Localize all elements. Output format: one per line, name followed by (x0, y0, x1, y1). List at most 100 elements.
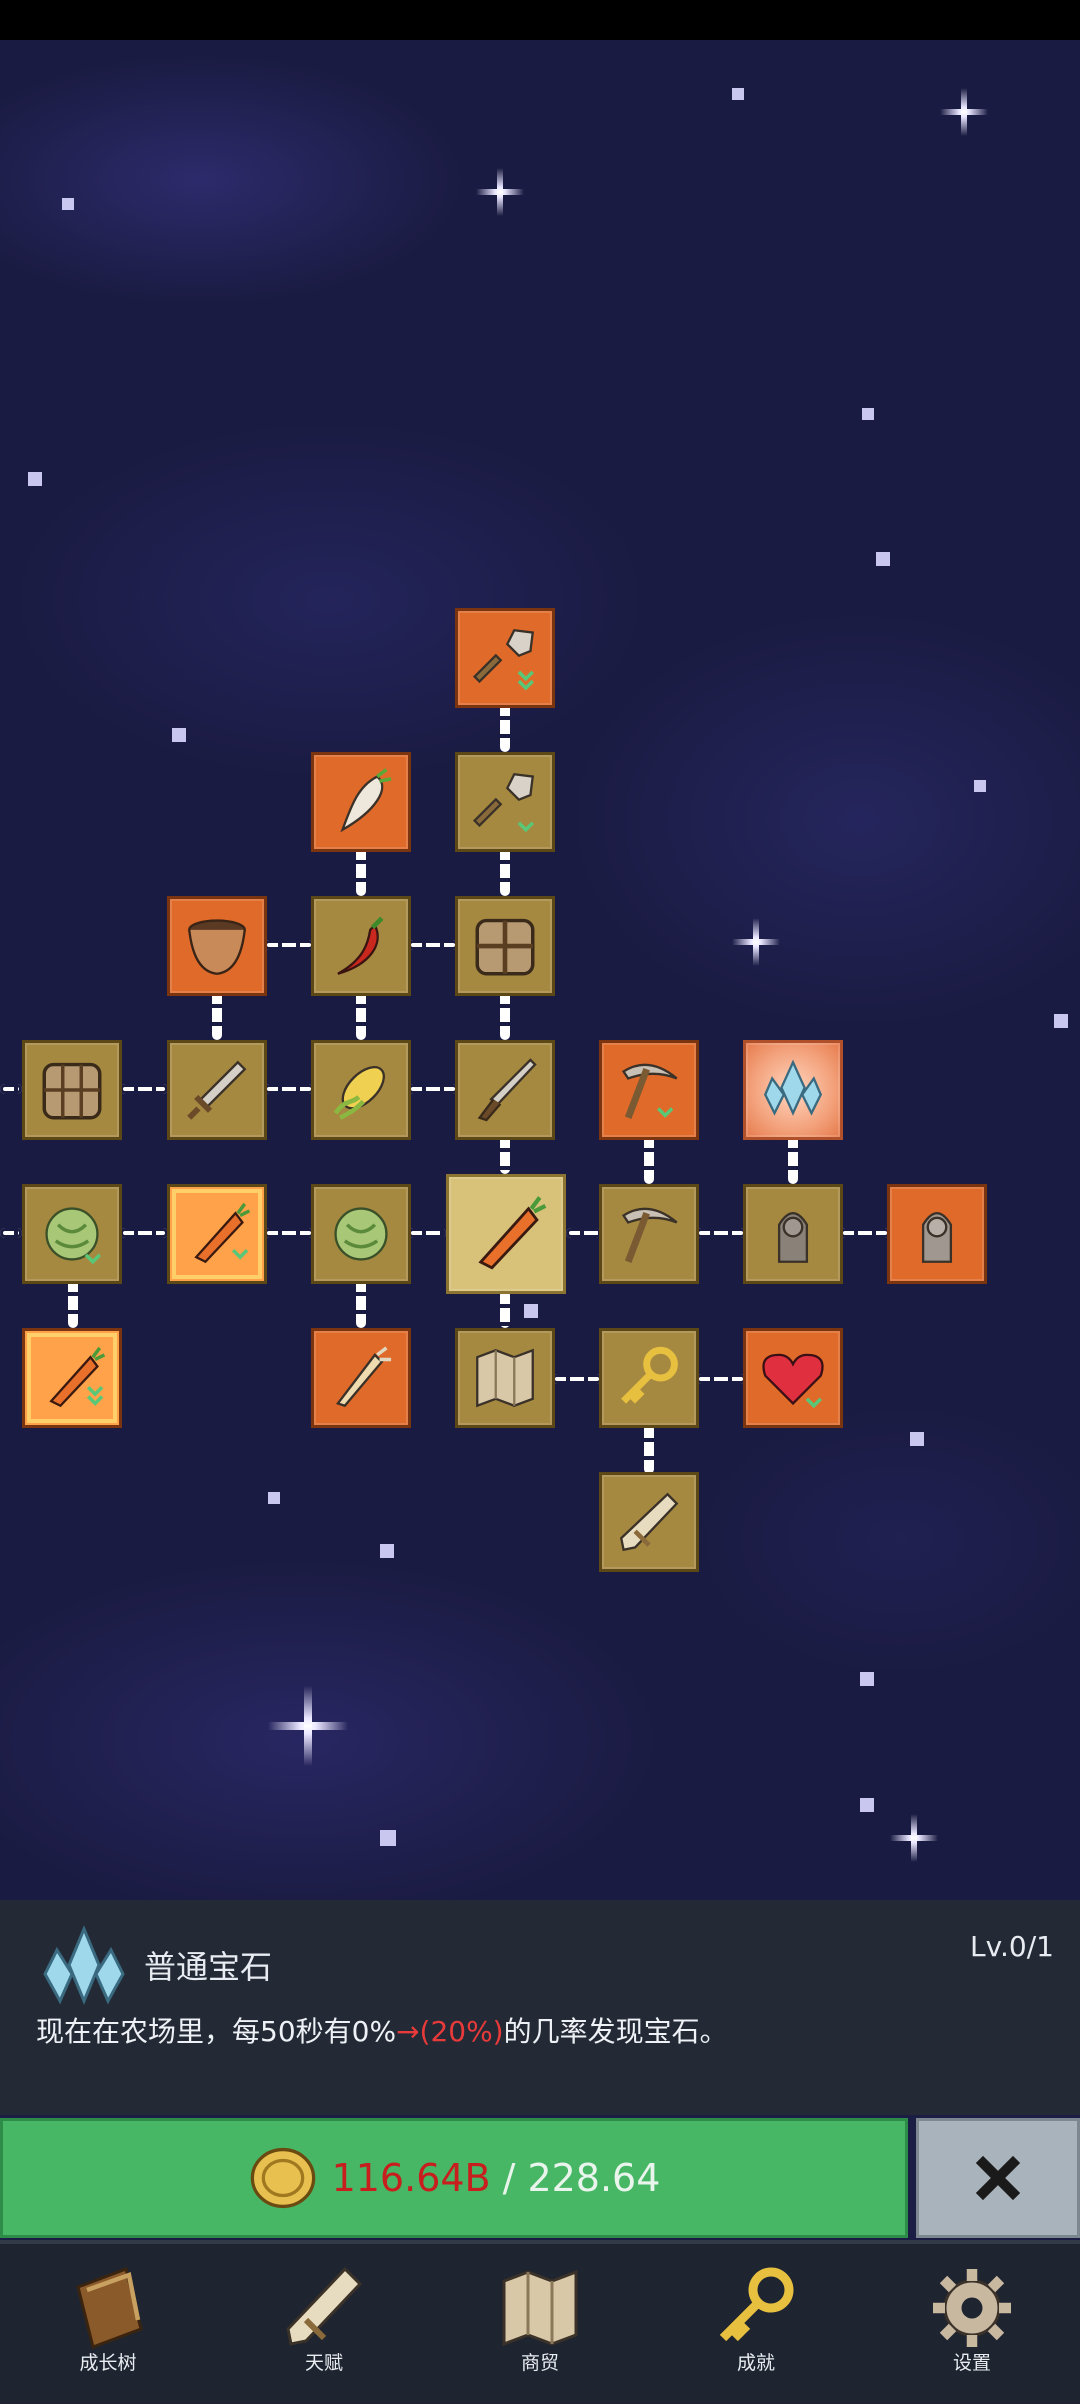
nav-talent[interactable]: 天赋 (216, 2244, 432, 2404)
book-icon (76, 2267, 143, 2349)
cost-separator: / (502, 2156, 516, 2200)
node-key[interactable] (599, 1328, 699, 1428)
nav-label: 成就 (736, 2352, 775, 2374)
star (62, 198, 74, 210)
node-cabbage[interactable] (311, 1184, 411, 1284)
shovel-icon (472, 773, 535, 833)
sword-icon (187, 1060, 247, 1120)
description-highlight: →(20%) (396, 2015, 504, 2048)
description-text: 的几率发现宝石。 (503, 2015, 728, 2048)
star (268, 1492, 280, 1504)
node-chili[interactable] (311, 896, 411, 996)
node-rifle[interactable] (455, 1040, 555, 1140)
carrot-icon (194, 1202, 251, 1264)
node-link (500, 1290, 510, 1328)
statue-icon (921, 1212, 953, 1263)
node-link (566, 1228, 602, 1238)
node-link (644, 1424, 654, 1474)
nav-growth-tree[interactable]: 成长树 (0, 2244, 216, 2404)
node-radish[interactable] (311, 752, 411, 852)
nav-label: 成长树 (79, 2352, 137, 2374)
nav-label: 商贸 (520, 2352, 559, 2374)
node-statue-upgrade[interactable] (887, 1184, 987, 1284)
node-scroll[interactable] (599, 1472, 699, 1572)
carrot-icon (478, 1196, 547, 1270)
node-link (408, 1084, 458, 1094)
cabbage-icon (334, 1207, 388, 1261)
node-statue[interactable] (743, 1184, 843, 1284)
skill-tree-area[interactable] (0, 40, 1080, 1900)
sparkle-star (732, 918, 780, 966)
star (910, 1432, 924, 1446)
node-heart[interactable] (743, 1328, 843, 1428)
map-icon (476, 1348, 534, 1408)
pot-icon (188, 919, 246, 975)
node-map[interactable] (455, 1328, 555, 1428)
node-link (356, 846, 366, 896)
shovel-icon (472, 629, 535, 691)
node-carrot-double-boost[interactable] (22, 1328, 122, 1428)
node-carrot-root[interactable] (446, 1174, 566, 1294)
node-carrot-boost[interactable] (167, 1184, 267, 1284)
node-link (356, 1278, 366, 1328)
node-link (0, 1084, 22, 1094)
heart-icon (762, 1353, 824, 1409)
star (876, 552, 890, 566)
upgrade-button[interactable]: 116.64B / 228.64 (0, 2118, 908, 2238)
gem-icon (43, 1925, 125, 2005)
node-link (644, 1134, 654, 1184)
node-parsnip[interactable] (311, 1328, 411, 1428)
node-link (696, 1374, 746, 1384)
node-crate[interactable] (22, 1040, 122, 1140)
rifle-icon (477, 1058, 537, 1122)
star (524, 1304, 538, 1318)
nav-achievements[interactable]: 成就 (648, 2244, 864, 2404)
scroll-icon (286, 2266, 363, 2346)
skill-level: Lv.0/1 (970, 1930, 1054, 1963)
description-text: 现在在农场里，每50秒有0% (36, 2015, 397, 2048)
node-cabbage[interactable] (22, 1184, 122, 1284)
skill-description: 现在在农场里，每50秒有0%→(20%)的几率发现宝石。 (36, 2010, 728, 2050)
node-crate[interactable] (455, 896, 555, 996)
node-link (356, 990, 366, 1040)
node-corn[interactable] (311, 1040, 411, 1140)
crate-icon (42, 1062, 102, 1120)
sparkle-star (940, 88, 988, 136)
node-link (840, 1228, 890, 1238)
star (860, 1672, 874, 1686)
node-pickaxe[interactable] (599, 1184, 699, 1284)
radish-icon (340, 768, 392, 833)
carrot-icon (49, 1346, 106, 1408)
star (862, 408, 874, 420)
star (380, 1830, 396, 1846)
node-pickaxe-upgrade[interactable] (599, 1040, 699, 1140)
nav-settings[interactable]: 设置 (864, 2244, 1080, 2404)
node-link (120, 1084, 168, 1094)
gem-icon (763, 1059, 823, 1116)
pickaxe-icon (621, 1207, 678, 1263)
nav-trade[interactable]: 商贸 (432, 2244, 648, 2404)
node-link (500, 846, 510, 896)
cost-total: 228.64 (527, 2156, 661, 2200)
sparkle-star (890, 1814, 938, 1862)
map-icon (502, 2269, 578, 2347)
node-shovel-upgrade[interactable] (455, 608, 555, 708)
skill-info-panel: 普通宝石 Lv.0/1 现在在农场里，每50秒有0%→(20%)的几率发现宝石。 (0, 1900, 1080, 2115)
close-button[interactable] (916, 2118, 1080, 2238)
sparkle-star (268, 1686, 348, 1766)
pickaxe-icon (621, 1063, 678, 1119)
bottom-nav: 成长树 天赋 商贸 成就 设置 (0, 2240, 1080, 2404)
node-link (552, 1374, 602, 1384)
node-sword[interactable] (167, 1040, 267, 1140)
corn-icon (333, 1066, 385, 1120)
node-pot[interactable] (167, 896, 267, 996)
node-link (788, 1134, 798, 1184)
node-link (68, 1278, 78, 1328)
cost-current: 116.64B (331, 2156, 491, 2200)
node-common-gem[interactable] (743, 1040, 843, 1140)
node-link (264, 1228, 314, 1238)
nav-label: 设置 (952, 2352, 991, 2374)
star (732, 88, 744, 100)
node-shovel[interactable] (455, 752, 555, 852)
node-link (0, 1228, 22, 1238)
